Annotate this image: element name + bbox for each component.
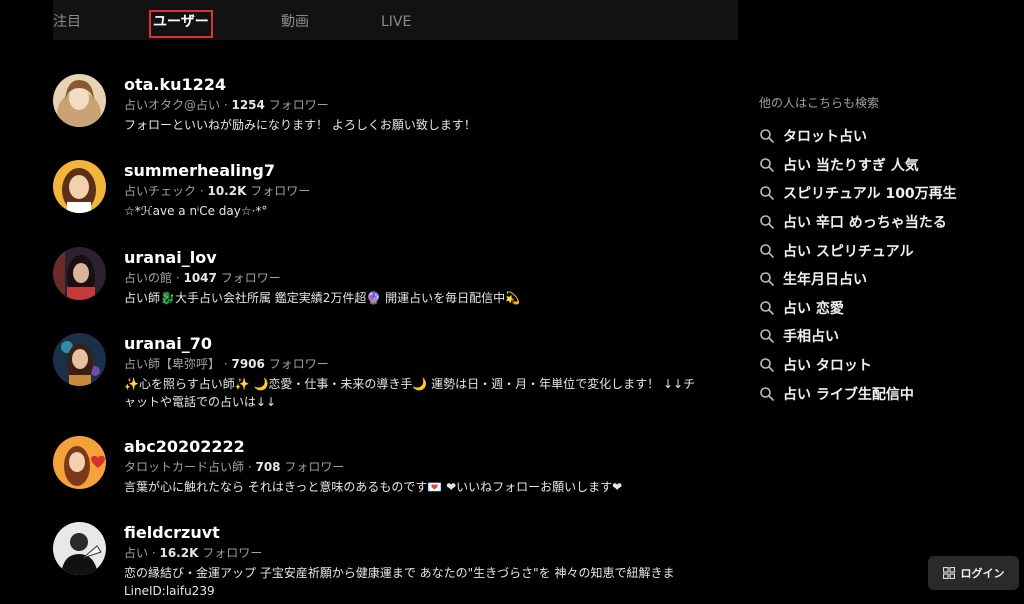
avatar[interactable] [53, 160, 106, 213]
user-meta: 占い師【卑弥呼】 · 7906 フォロワー [124, 357, 329, 371]
search-icon [760, 129, 774, 144]
grid-icon [942, 567, 955, 579]
search-icon [760, 386, 774, 401]
user-subtitle: タロットカード占い師 [124, 460, 245, 474]
avatar[interactable] [53, 333, 106, 386]
related-searches: 他の人はこちらも検索 タロット占い 占い 当たりすぎ 人気 スピリチュアル 10… [759, 94, 999, 408]
search-icon [760, 301, 774, 315]
related-search-item[interactable]: タロット占い [759, 122, 999, 151]
username[interactable]: fieldcrzuvt [124, 522, 220, 544]
related-search-item[interactable]: スピリチュアル 100万再生 [759, 179, 999, 208]
search-icon [760, 186, 774, 201]
username[interactable]: uranai_70 [124, 333, 212, 355]
username[interactable]: abc20202222 [124, 436, 245, 458]
related-search-item[interactable]: 占い 当たりすぎ 人気 [759, 151, 999, 180]
user-meta: 占いの館 · 1047 フォロワー [124, 271, 281, 285]
related-search-item[interactable]: 占い スピリチュアル [759, 236, 999, 265]
follower-count: 16.2K [159, 546, 199, 560]
related-search-item[interactable]: 占い ライブ生配信中 [759, 379, 999, 408]
user-meta: 占いオタク@占い · 1254 フォロワー [124, 98, 329, 112]
username[interactable]: uranai_lov [124, 247, 217, 269]
avatar[interactable] [53, 247, 106, 300]
user-bio: 言葉が心に触れたなら それはきっと意味のあるものです💌 ❤いいねフォローお願いし… [124, 480, 623, 494]
related-search-label: 占い 当たりすぎ 人気 [783, 157, 919, 174]
related-search-label: 生年月日占い [783, 272, 867, 289]
related-search-item[interactable]: 占い 辛口 めっちゃ当たる [759, 208, 999, 237]
tab-live[interactable]: LIVE [381, 12, 411, 32]
follower-label: フォロワー [284, 460, 345, 474]
follower-count: 1047 [183, 271, 217, 285]
related-search-label: 手相占い [783, 329, 839, 346]
related-search-item[interactable]: 占い タロット [759, 351, 999, 380]
tab-users[interactable]: ユーザー [149, 10, 213, 38]
related-search-label: 占い スピリチュアル [783, 243, 914, 260]
search-icon [760, 358, 774, 372]
tab-featured[interactable]: 注目 [53, 12, 81, 32]
follower-count: 708 [255, 460, 281, 474]
user-subtitle: 占い師【卑弥呼】 [124, 357, 221, 371]
search-icon [760, 215, 774, 229]
search-icon [760, 243, 774, 258]
user-meta: 占いチェック · 10.2K フォロワー [124, 184, 311, 198]
related-searches-title: 他の人はこちらも検索 [759, 96, 880, 110]
user-subtitle: 占いオタク@占い [124, 98, 221, 112]
user-subtitle: 占いの館 [124, 271, 173, 285]
user-bio: フォローといいねが励みになります！ よろしくお願い致します！ [124, 118, 476, 132]
username[interactable]: summerhealing7 [124, 160, 275, 182]
username[interactable]: ota.ku1224 [124, 74, 226, 96]
user-subtitle: 占い [124, 546, 149, 560]
user-bio: ✨心を照らす占い師✨ 🌙恋愛・仕事・未来の導き手🌙 運勢は日・週・月・年単位で変… [124, 377, 696, 409]
search-icon [760, 272, 774, 287]
search-icon [760, 158, 774, 172]
related-search-label: スピリチュアル 100万再生 [783, 186, 957, 203]
follower-count: 1254 [231, 98, 265, 112]
related-search-label: タロット占い [783, 129, 867, 146]
related-search-label: 占い タロット [783, 358, 872, 375]
avatar[interactable] [53, 74, 106, 127]
follower-label: フォロワー [220, 271, 281, 285]
login-button[interactable]: ログイン [928, 556, 1019, 590]
related-search-item[interactable]: 生年月日占い [759, 265, 999, 294]
related-searches-list: タロット占い 占い 当たりすぎ 人気 スピリチュアル 100万再生 占い 辛口 … [759, 122, 999, 408]
related-search-label: 占い ライブ生配信中 [783, 386, 914, 403]
follower-label: フォロワー [268, 357, 329, 371]
avatar[interactable] [53, 522, 106, 575]
user-subtitle: 占いチェック [124, 184, 197, 198]
follower-label: フォロワー [268, 98, 329, 112]
search-icon [760, 329, 774, 344]
avatar[interactable] [53, 436, 106, 489]
follower-count: 7906 [231, 357, 265, 371]
clipped-previous-item [150, 34, 710, 42]
user-meta: 占い · 16.2K フォロワー [124, 546, 263, 560]
login-label: ログイン [960, 567, 1005, 580]
related-search-item[interactable]: 手相占い [759, 322, 999, 351]
follower-label: フォロワー [202, 546, 263, 560]
related-search-label: 占い 恋愛 [783, 300, 844, 317]
follower-label: フォロワー [250, 184, 311, 198]
user-meta: タロットカード占い師 · 708 フォロワー [124, 460, 345, 474]
user-bio: ☆*ℋave a nⁱCe day☆·*° [124, 204, 268, 218]
related-search-label: 占い 辛口 めっちゃ当たる [783, 215, 947, 232]
related-search-item[interactable]: 占い 恋愛 [759, 294, 999, 323]
tab-videos[interactable]: 動画 [281, 12, 309, 32]
user-bio: 恋の縁結び・金運アップ 子宝安産祈願から健康運まで あなたの"生きづらさ"を 神… [124, 566, 675, 598]
follower-count: 10.2K [207, 184, 247, 198]
user-bio: 占い師🐉大手占い会社所属 鑑定実績2万件超🔮 開運占いを毎日配信中💫 [124, 291, 521, 305]
